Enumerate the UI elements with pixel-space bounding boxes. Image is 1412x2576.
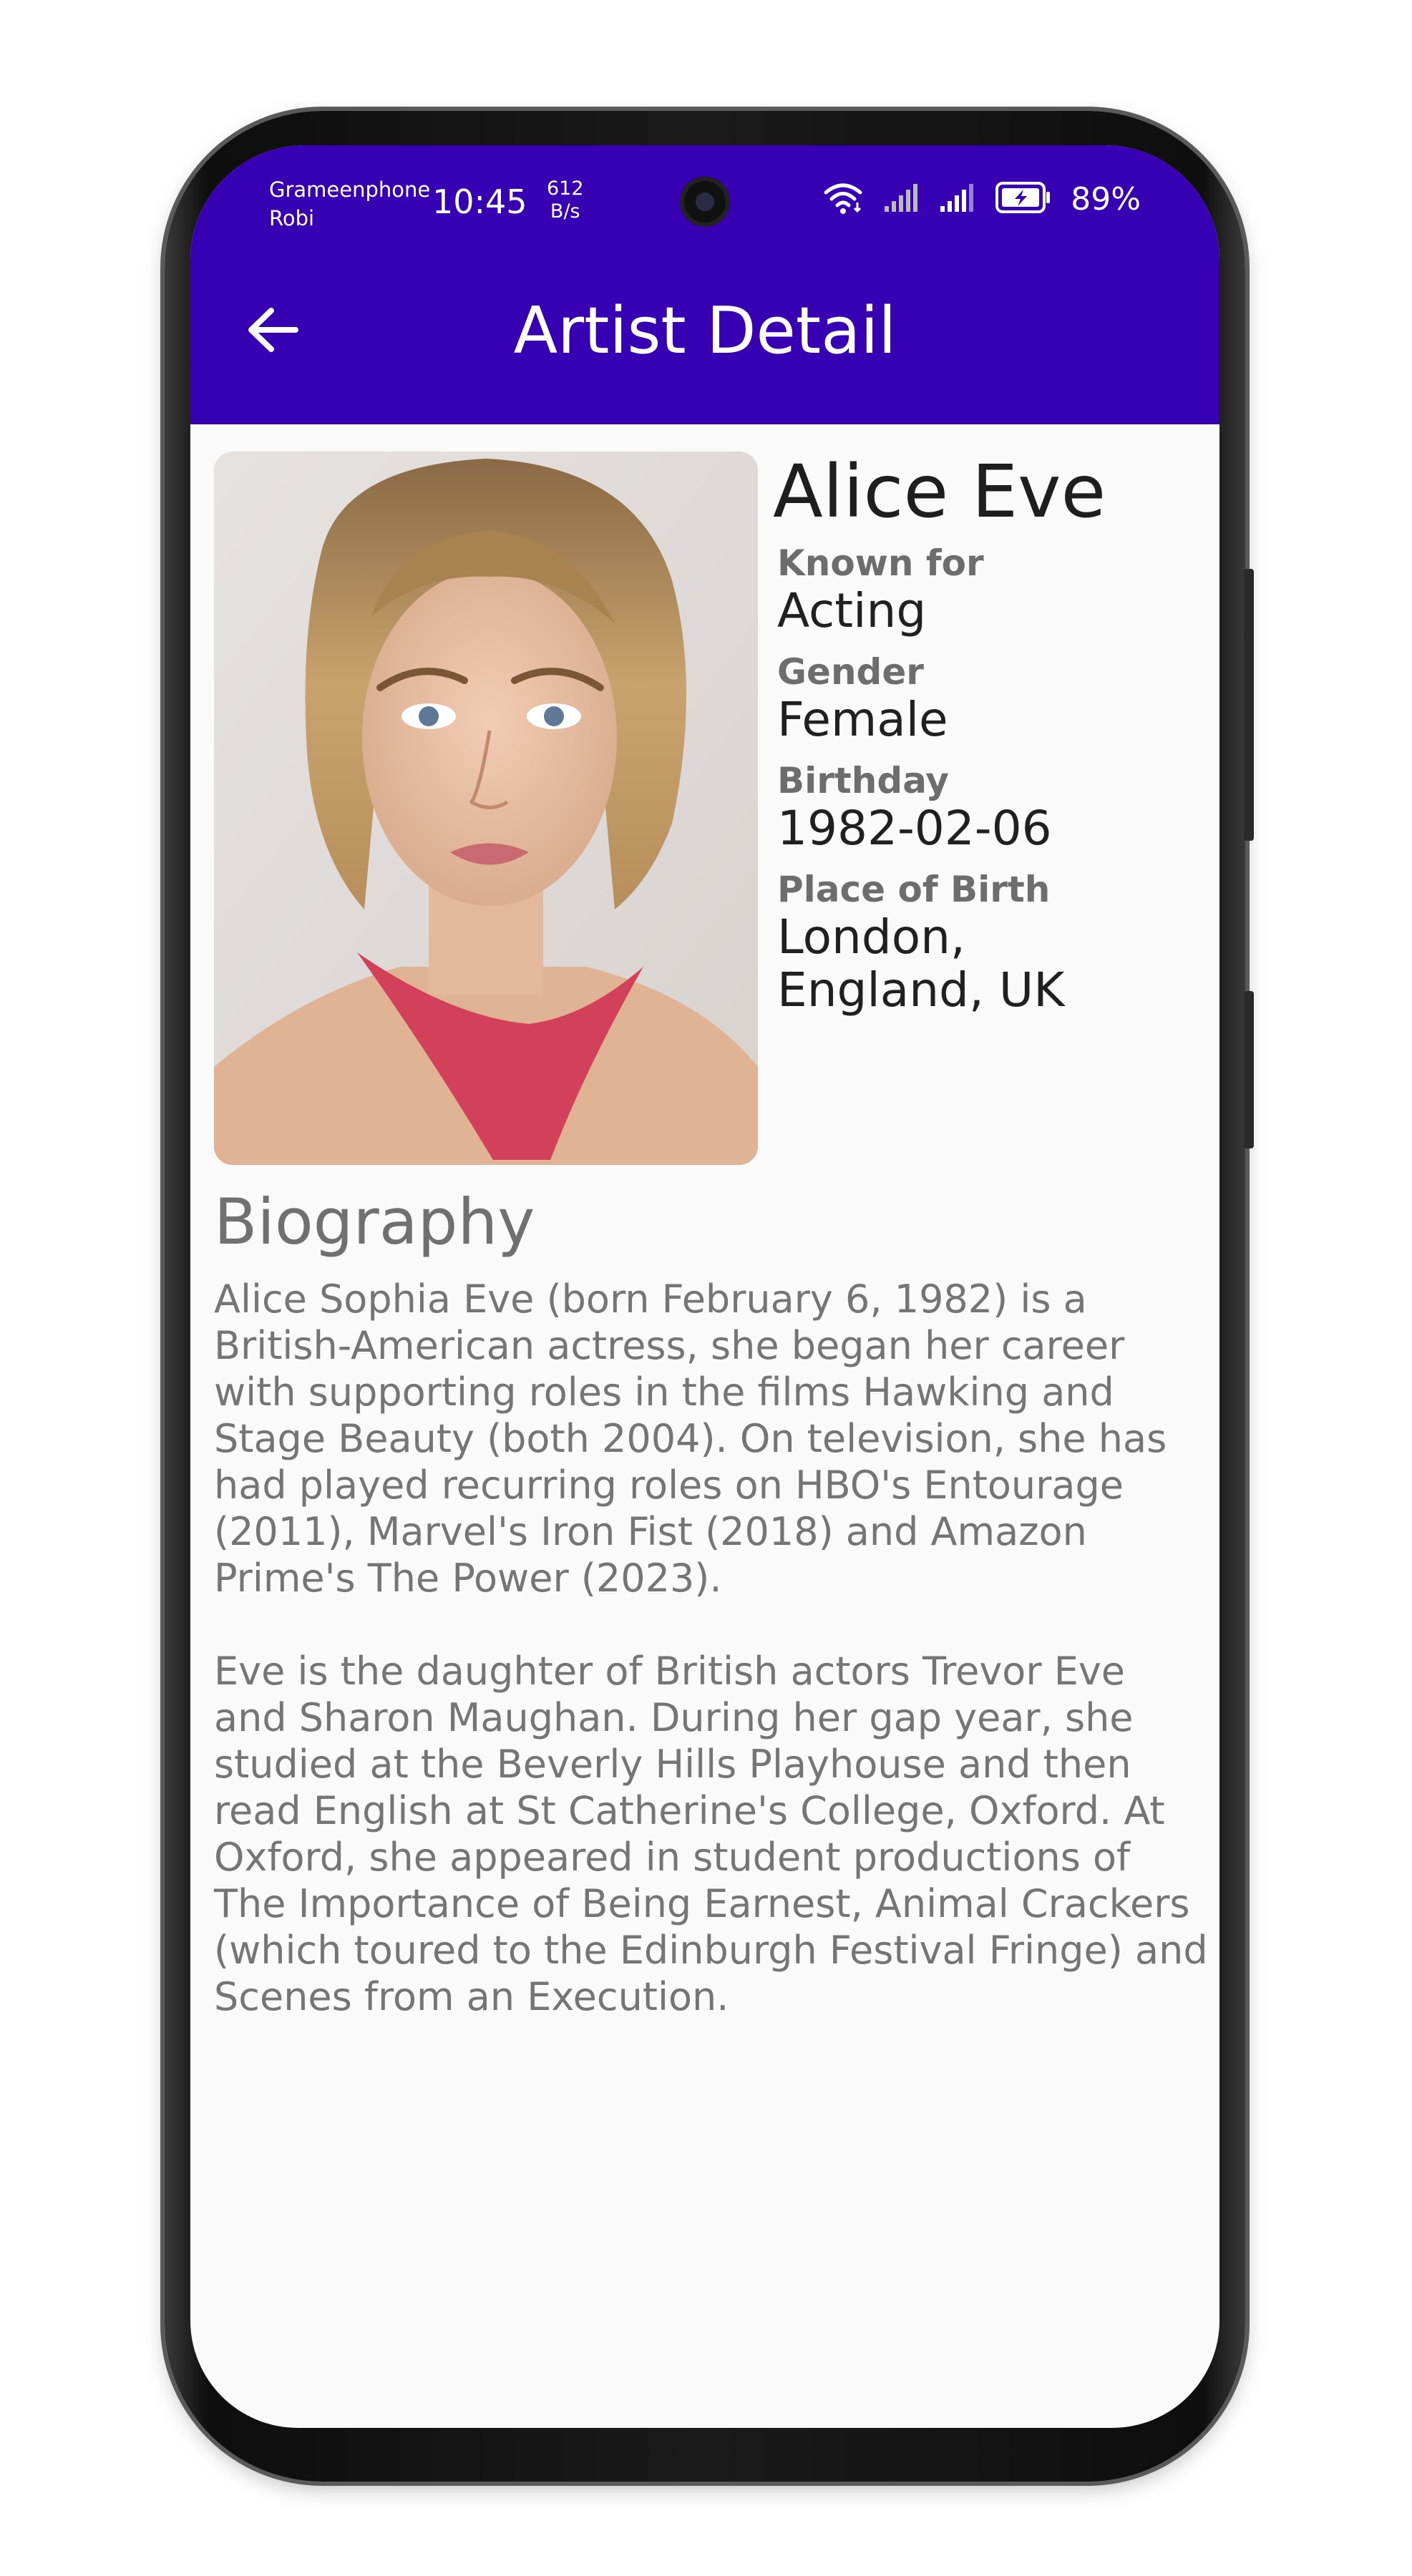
place-of-birth-value: London, England, UK — [777, 909, 1065, 1018]
front-camera — [680, 177, 730, 227]
status-icons: 89% — [822, 180, 1141, 218]
place-of-birth-label: Place of Birth — [777, 869, 1051, 910]
biography-text: Alice Sophia Eve (born February 6, 1982)… — [214, 1276, 1209, 2067]
birthday-label: Birthday — [777, 760, 949, 801]
birthday-value: 1982-02-06 — [777, 801, 1052, 856]
phone-frame: Grameenphone Robi 10:45 612 B/s 89% Arti… — [165, 111, 1254, 2482]
known-for-label: Known for — [777, 542, 984, 584]
gender-value: Female — [777, 692, 948, 747]
known-for-value: Acting — [777, 583, 927, 638]
biography-heading: Biography — [214, 1185, 535, 1259]
network-speed: 612 B/s — [547, 177, 584, 223]
status-time: 10:45 — [432, 182, 527, 221]
screen: Grameenphone Robi 10:45 612 B/s 89% Arti… — [190, 145, 1219, 2428]
page-title: Artist Detail — [513, 293, 897, 369]
network-speed-value: 612 — [547, 177, 584, 200]
battery-percentage: 89% — [1071, 180, 1141, 218]
cell-signal-icon — [883, 182, 920, 216]
gender-label: Gender — [777, 651, 924, 693]
carrier-1: Grameenphone — [269, 177, 431, 202]
carrier-info: Grameenphone Robi — [269, 175, 430, 233]
volume-button — [1244, 569, 1254, 841]
artist-info: Alice Eve Known for Acting Gender Female… — [773, 446, 1207, 1018]
app-bar: Grameenphone Robi 10:45 612 B/s 89% Arti… — [190, 145, 1219, 424]
artist-name: Alice Eve — [773, 449, 1106, 535]
cell-signal-icon — [939, 182, 976, 216]
artist-photo — [214, 452, 758, 1165]
wifi-icon — [822, 180, 865, 218]
network-speed-unit: B/s — [550, 200, 580, 223]
battery-charging-icon — [995, 181, 1052, 217]
biography-paragraph: Alice Sophia Eve (born February 6, 1982)… — [214, 1277, 1167, 1601]
carrier-2: Robi — [269, 206, 315, 230]
power-button — [1244, 991, 1254, 1148]
biography-paragraph: Eve is the daughter of British actors Tr… — [214, 1649, 1208, 2019]
status-bar: Grameenphone Robi 10:45 612 B/s 89% — [190, 145, 1219, 260]
